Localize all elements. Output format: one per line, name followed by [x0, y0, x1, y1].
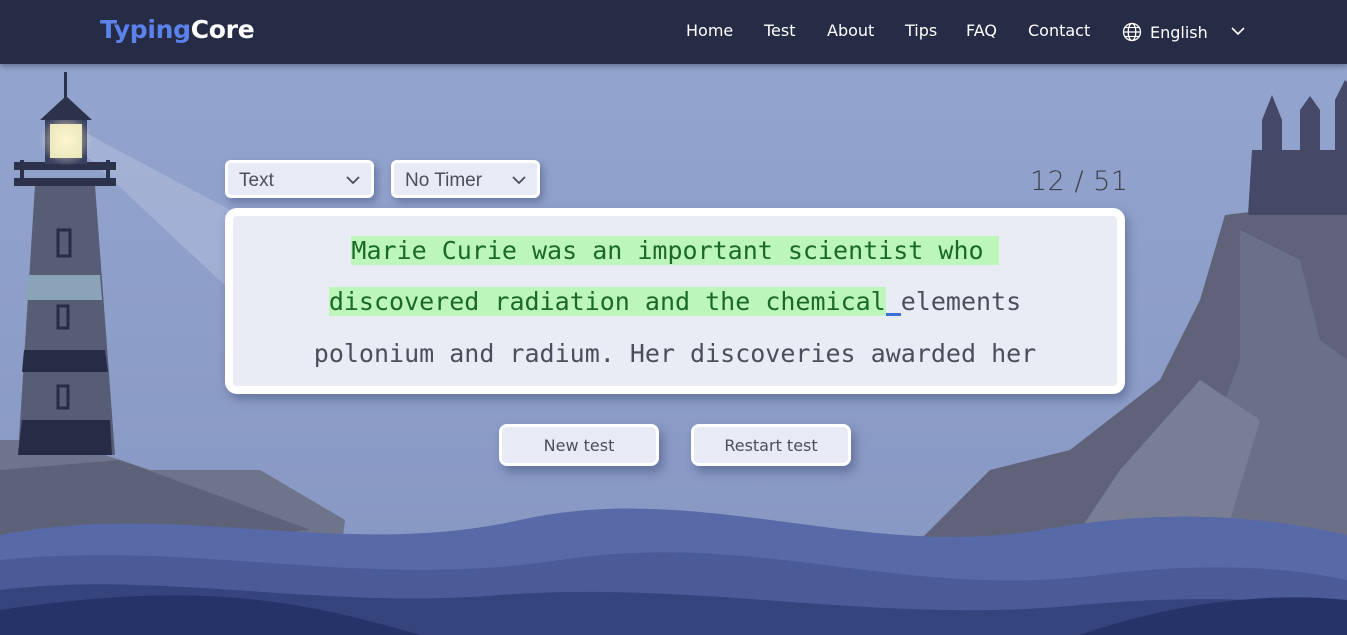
typing-cursor [885, 313, 901, 316]
typing-area[interactable]: Marie Curie was an important scientist w… [225, 208, 1125, 394]
nav-tips-link[interactable]: Tips [905, 21, 937, 40]
text-line-3: polonium and radium. Her discoveries awa… [313, 339, 1037, 368]
language-selector[interactable]: English [1122, 20, 1208, 44]
nav-contact-link[interactable]: Contact [1028, 21, 1090, 40]
new-test-button[interactable]: New test [499, 424, 659, 466]
chevron-down-icon[interactable] [1230, 25, 1246, 37]
typed-text: Marie Curie was an important scientist w… [351, 236, 999, 265]
nav-faq-link[interactable]: FAQ [966, 21, 997, 40]
mode-select[interactable]: Text [225, 160, 374, 198]
mode-select-value: Text [239, 170, 274, 191]
language-label: English [1150, 22, 1208, 42]
text-line-1: Marie Curie was an important scientist w… [233, 236, 1117, 265]
nav-home-link[interactable]: Home [686, 21, 733, 40]
chevron-down-icon [512, 176, 526, 185]
nav-about-link[interactable]: About [827, 21, 874, 40]
chevron-down-icon [346, 176, 360, 185]
nav-test-link[interactable]: Test [764, 21, 796, 40]
timer-select-value: No Timer [405, 170, 483, 191]
word-progress-counter: 12 / 51 [1030, 166, 1129, 197]
text-line-2: discovered radiation and the chemical ele… [233, 287, 1117, 316]
typing-text-panel: Marie Curie was an important scientist w… [233, 216, 1117, 386]
timer-select[interactable]: No Timer [391, 160, 540, 198]
pending-text: elements [900, 287, 1022, 316]
globe-icon [1122, 22, 1142, 42]
typed-text: discovered radiation and the chemical [328, 287, 886, 316]
restart-test-button[interactable]: Restart test [691, 424, 851, 466]
top-navbar: TypingCore Home Test About Tips FAQ Cont… [0, 0, 1347, 64]
